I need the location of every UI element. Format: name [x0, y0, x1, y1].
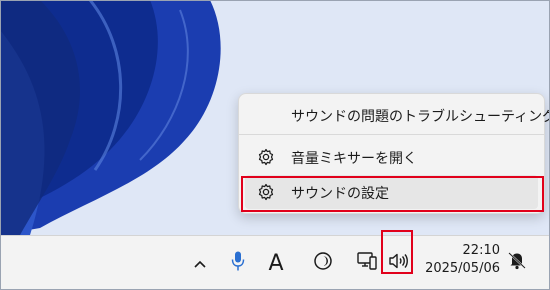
ime-mode-indicator: A [268, 250, 284, 276]
show-hidden-icons-button[interactable] [186, 249, 214, 277]
volume-button[interactable] [384, 249, 412, 277]
volume-icon [387, 251, 409, 275]
focus-assist-button[interactable] [309, 249, 337, 277]
clock-date: 2025/05/06 [425, 261, 500, 276]
menu-item-troubleshoot-sound[interactable]: サウンドの問題のトラブルシューティング [245, 98, 550, 132]
menu-item-label: サウンドの設定 [291, 186, 389, 202]
ime-mode-button[interactable]: A [262, 249, 290, 277]
menu-separator [239, 134, 544, 135]
menu-item-open-volume-mixer[interactable]: 音量ミキサーを開く [245, 140, 538, 174]
gear-icon [257, 148, 275, 166]
volume-context-menu: サウンドの問題のトラブルシューティング 音量ミキサーを開く サウンドの設定 [238, 93, 550, 214]
notification-button[interactable] [506, 249, 528, 271]
network-button[interactable] [353, 249, 381, 277]
menu-item-label: サウンドの問題のトラブルシューティング [291, 109, 550, 125]
taskbar-clock[interactable]: 22:10 2025/05/06 [418, 243, 500, 283]
microphone-icon [230, 250, 246, 276]
menu-item-label: 音量ミキサーを開く [291, 151, 417, 167]
gear-icon [257, 183, 275, 201]
microphone-button[interactable] [224, 249, 252, 277]
focus-assist-icon [313, 251, 333, 275]
clock-time: 22:10 [462, 243, 500, 258]
bell-icon [506, 252, 528, 275]
network-icon [356, 251, 378, 275]
menu-item-sound-settings[interactable]: サウンドの設定 [245, 175, 538, 209]
chevron-up-icon [193, 254, 207, 273]
